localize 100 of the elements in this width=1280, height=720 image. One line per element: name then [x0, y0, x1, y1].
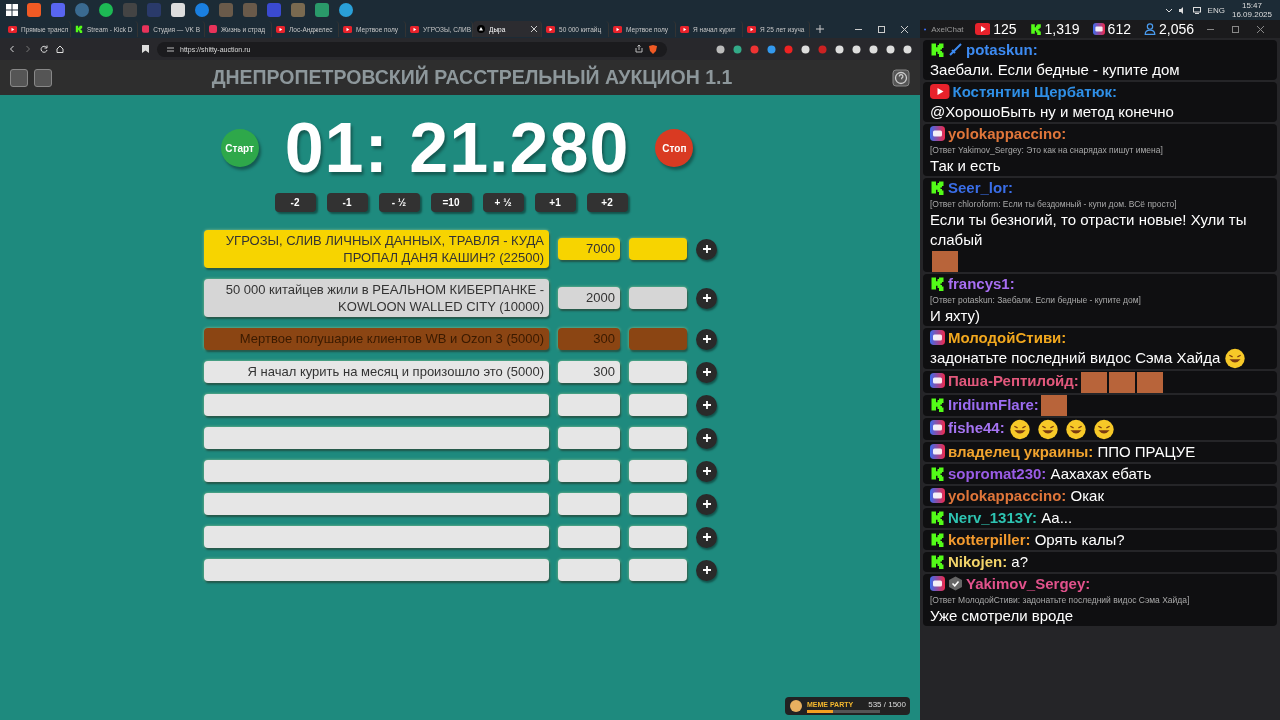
bid-input-field[interactable]: [629, 238, 687, 260]
viewer-count: 1,319: [1044, 21, 1080, 37]
chat-message-text: а?: [1011, 551, 1029, 572]
chat-message-text: Орять калы?: [1034, 529, 1125, 550]
close-icon[interactable]: [1257, 25, 1264, 33]
add-button[interactable]: [696, 328, 717, 350]
bid-input-field[interactable]: [629, 460, 687, 482]
add-button[interactable]: [696, 427, 717, 449]
lot-name-field[interactable]: Я начал курить на месяц и произошло это (5000): [204, 361, 549, 383]
close-icon[interactable]: [531, 26, 537, 32]
bid-input-field[interactable]: [629, 427, 687, 449]
lot-name-field[interactable]: 50 000 китайцев жили в РЕАЛЬНОМ КИБЕРПАНКЕ - KOWLOON WALLED CITY (10000): [204, 279, 549, 317]
add-button[interactable]: [696, 361, 717, 383]
chat-message-text: Аахахах ебать: [1050, 463, 1152, 484]
new-tab-icon[interactable]: [816, 25, 824, 33]
clock-date: 16.09.2025: [1231, 10, 1272, 19]
chat-message-text: Если ты безногий, то отрасти новые! Хули ты слабый: [930, 210, 1248, 250]
kick-logo-icon: [930, 509, 945, 525]
help-icon[interactable]: [892, 68, 910, 87]
kick-logo-icon: [75, 25, 83, 33]
lot-amount-field[interactable]: 7000: [558, 238, 620, 260]
reply-quote: [Ответ МолодойСтиви: задонатьте последний видос Сэма Хайда]: [930, 593, 1191, 606]
kick-logo-icon: [930, 180, 945, 195]
lot-name-field[interactable]: [204, 460, 549, 482]
time-adjust-button[interactable]: +2: [586, 193, 628, 212]
time-adjust-button[interactable]: -2: [274, 193, 316, 212]
lot-amount-field[interactable]: [558, 427, 620, 449]
play-logo-icon: [410, 25, 420, 33]
emote-photo-placeholder: [1136, 371, 1163, 393]
speaker-icon[interactable]: [1178, 6, 1186, 14]
lot-amount-field[interactable]: [558, 493, 620, 515]
live-logo-icon: [930, 329, 945, 345]
viewer-count: 125: [993, 21, 1017, 37]
lot-name-field[interactable]: [204, 559, 549, 581]
chevron-up-icon[interactable]: [1165, 7, 1172, 13]
bid-input-field[interactable]: [629, 328, 687, 350]
lot-name-field[interactable]: [204, 526, 549, 548]
bid-input-field[interactable]: [629, 493, 687, 515]
chat-username: Паша-Рептилойд:: [948, 372, 1079, 390]
chat-message-text: Так и есть: [930, 156, 1001, 176]
add-button[interactable]: [696, 559, 717, 581]
bid-input-field[interactable]: [629, 394, 687, 416]
plus-icon: [702, 401, 711, 409]
lot-name-field[interactable]: [204, 427, 549, 449]
monitor-icon[interactable]: [1192, 6, 1201, 14]
time-adjust-button[interactable]: -1: [326, 193, 368, 212]
lot-amount-field[interactable]: [558, 559, 620, 581]
lot-name-field[interactable]: УГРОЗЫ, СЛИВ ЛИЧНЫХ ДАННЫХ, ТРАВЛЯ - КУДА ПРОПАЛ ДАНЯ КАШИН? (22500): [204, 230, 549, 268]
bid-input-field[interactable]: [629, 287, 687, 309]
home-icon[interactable]: [56, 45, 64, 53]
sword-icon: [948, 42, 963, 57]
time-adjust-button[interactable]: - ½: [378, 193, 420, 212]
time-adjust-button[interactable]: =10: [430, 193, 472, 212]
play-logo-icon: [8, 25, 18, 33]
site-settings-icon[interactable]: [167, 45, 174, 53]
add-button[interactable]: [696, 287, 717, 309]
stop-button[interactable]: Стоп: [655, 129, 694, 167]
language-indicator[interactable]: ENG: [1207, 5, 1225, 15]
chat-message-text: И яхту): [930, 305, 980, 326]
site-logo-icon: [477, 25, 485, 33]
time-adjust-button[interactable]: +1: [534, 193, 576, 212]
chat-message-text: Окак: [1070, 485, 1104, 506]
chat-message-text: Заебали. Если бедные - купите дом: [930, 60, 1180, 80]
plus-icon: [702, 533, 711, 541]
reload-icon[interactable]: [40, 45, 48, 53]
chat-username: sopromat230:: [948, 464, 1047, 482]
bookmark-icon[interactable]: [142, 45, 149, 53]
timer-display: 01: 21.280: [284, 109, 630, 187]
lot-amount-field[interactable]: [558, 394, 620, 416]
chat-message-text: Уже смотрели вроде: [930, 605, 1074, 626]
lot-amount-field[interactable]: [558, 526, 620, 548]
lot-amount-field[interactable]: 300: [558, 361, 620, 383]
add-button[interactable]: [696, 526, 717, 548]
bid-input-field[interactable]: [629, 361, 687, 383]
add-button[interactable]: [696, 394, 717, 416]
chat-username: fishe44:: [948, 419, 1005, 437]
time-adjust-button[interactable]: + ½: [482, 193, 524, 212]
add-button[interactable]: [696, 238, 717, 260]
maximize-icon[interactable]: [1232, 25, 1239, 33]
close-icon[interactable]: [901, 25, 908, 33]
reply-quote: [Ответ chloroform: Если ты бездомный - купи дом. ВСё просто]: [930, 198, 1178, 210]
plus-icon: [702, 566, 711, 574]
kick-logo-icon: [930, 396, 945, 412]
live-logo-icon: [930, 420, 945, 436]
bid-input-field[interactable]: [629, 559, 687, 581]
lot-amount-field[interactable]: 2000: [558, 287, 620, 309]
lot-name-field[interactable]: [204, 493, 549, 515]
plus-icon: [702, 368, 711, 376]
bid-input-field[interactable]: [629, 526, 687, 548]
windows-start-icon[interactable]: [6, 4, 18, 16]
add-button[interactable]: [696, 493, 717, 515]
maximize-icon[interactable]: [878, 25, 885, 33]
person-icon: [1143, 23, 1156, 35]
add-button[interactable]: [696, 460, 717, 482]
back-icon[interactable]: [8, 45, 16, 53]
lot-amount-field[interactable]: [558, 460, 620, 482]
lot-name-field[interactable]: [204, 394, 549, 416]
share-icon[interactable]: [635, 45, 643, 53]
plus-icon: [702, 467, 711, 475]
kick-logo-icon: [1029, 23, 1042, 35]
